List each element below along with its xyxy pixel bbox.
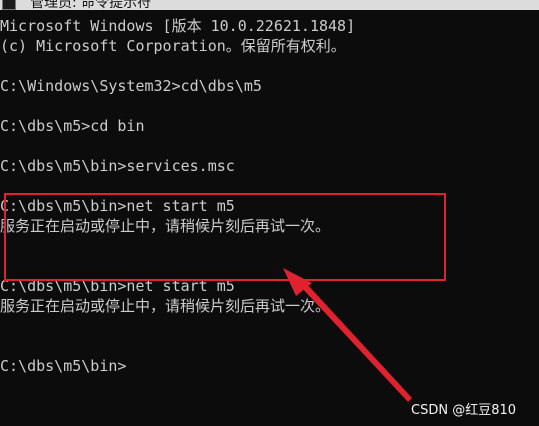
console-line: (c) Microsoft Corporation。保留所有权利。 bbox=[0, 37, 346, 55]
watermark: CSDN @红豆810 bbox=[411, 403, 517, 418]
console-line: C:\dbs\m5>cd bin bbox=[0, 117, 145, 135]
console-line: C:\Windows\System32>cd\dbs\m5 bbox=[0, 77, 262, 95]
console-line: 服务正在启动或停止中，请稍候片刻后再试一次。 bbox=[0, 297, 331, 315]
console-line: C:\dbs\m5\bin>net start m5 bbox=[0, 197, 235, 215]
console-line: C:\dbs\m5\bin>net start m5 bbox=[0, 277, 235, 295]
title-bar[interactable]: 管理员: 命令提示符 bbox=[0, 0, 539, 10]
console-line: C:\dbs\m5\bin>services.msc bbox=[0, 157, 235, 175]
console-line: Microsoft Windows [版本 10.0.22621.1848] bbox=[0, 17, 356, 35]
console-line: C:\dbs\m5\bin> bbox=[0, 357, 127, 375]
window-title: 管理员: 命令提示符 bbox=[30, 0, 152, 10]
console-output[interactable]: Microsoft Windows [版本 10.0.22621.1848] (… bbox=[0, 10, 539, 426]
cmd-icon bbox=[2, 0, 16, 10]
console-line: 服务正在启动或停止中，请稍候片刻后再试一次。 bbox=[0, 217, 331, 235]
command-prompt-window: 管理员: 命令提示符 Microsoft Windows [版本 10.0.22… bbox=[0, 0, 539, 426]
